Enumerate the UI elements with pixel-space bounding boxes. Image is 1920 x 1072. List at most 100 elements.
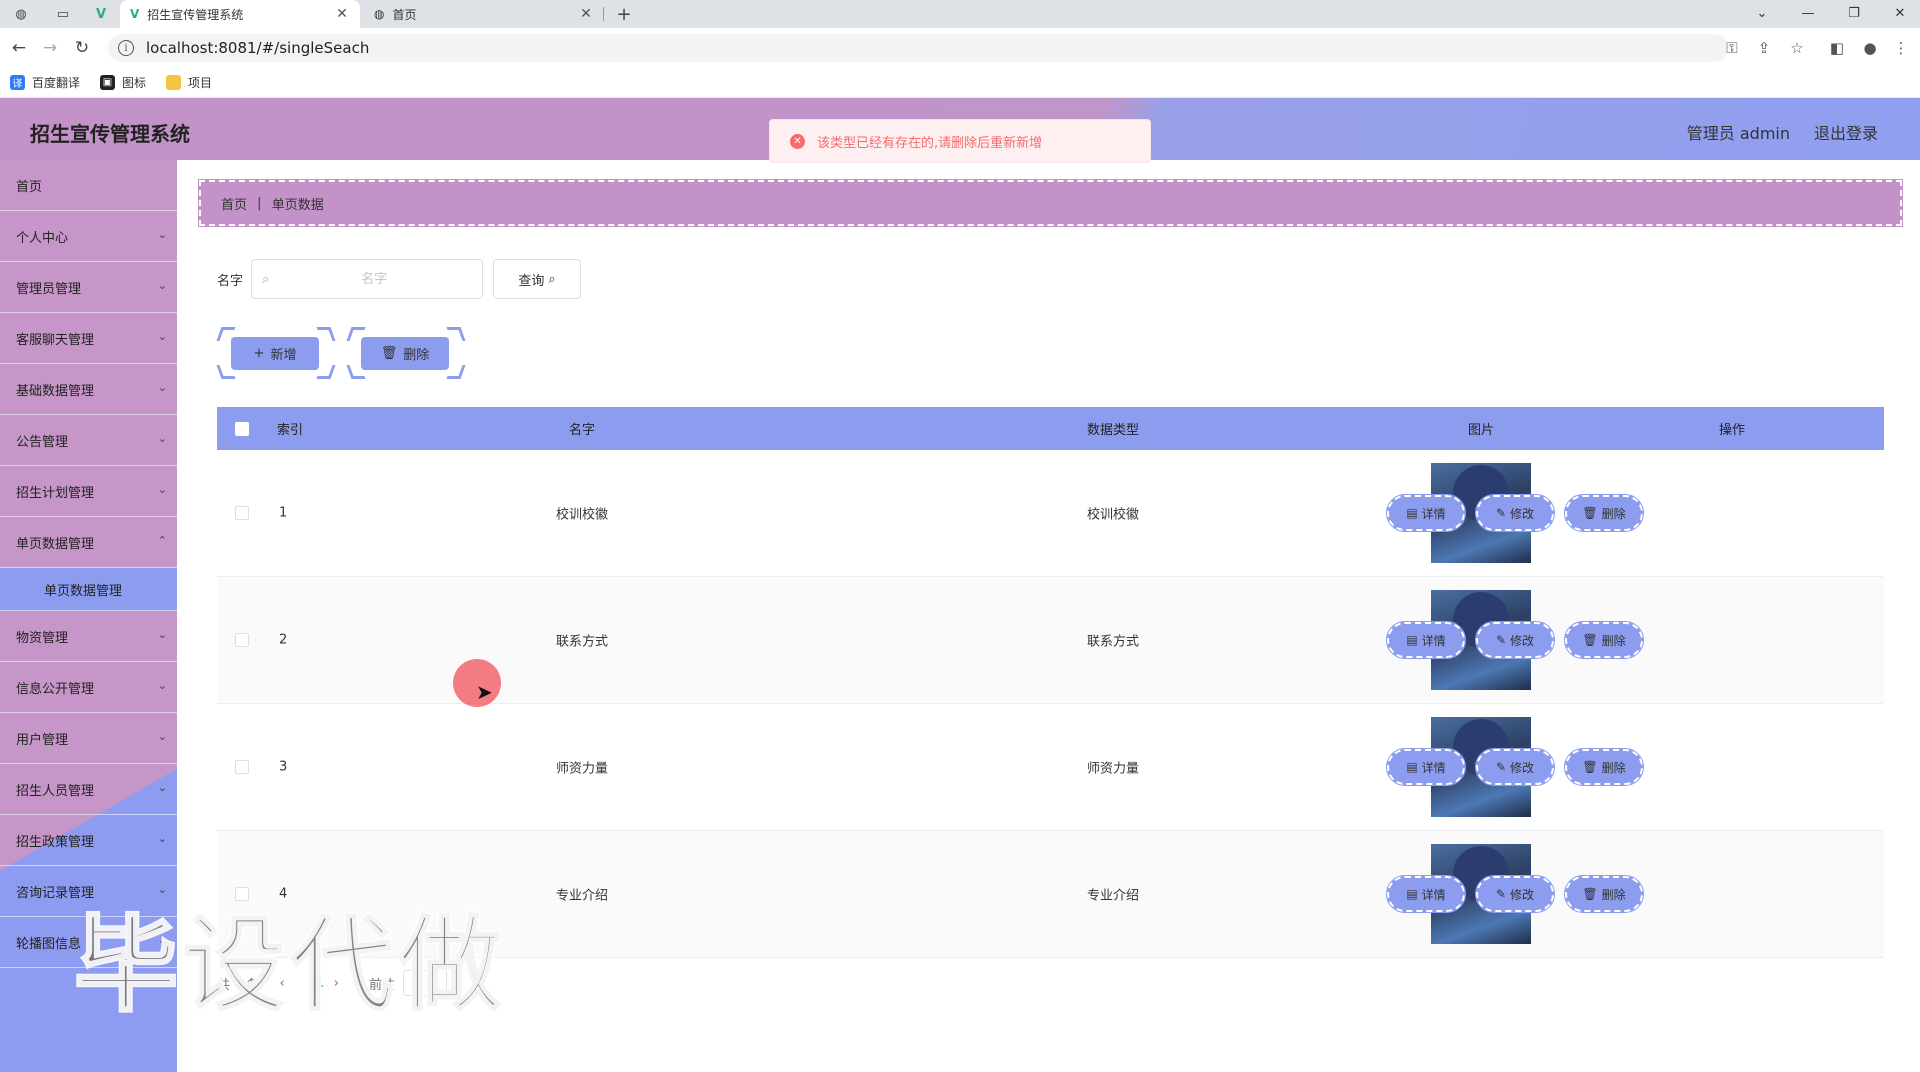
bookmark-item[interactable]: 项目	[166, 74, 212, 91]
sidebar-item-label: 信息公开管理	[16, 681, 95, 697]
trash-icon: 🗑	[1582, 506, 1598, 520]
sidebar-item-users[interactable]: 用户管理 ⌄	[0, 713, 177, 764]
row-checkbox[interactable]	[235, 633, 249, 647]
detail-button[interactable]: ▤ 详情	[1386, 748, 1466, 786]
column-header-actions: 操作	[1719, 423, 1746, 438]
plus-icon: +	[253, 346, 265, 361]
restore-icon[interactable]: ❐	[1839, 2, 1869, 24]
vue-icon[interactable]: V	[90, 4, 112, 24]
bookmark-item[interactable]: 译 百度翻译	[10, 74, 80, 91]
breadcrumb: 首页 | 单页数据	[198, 179, 1903, 227]
row-actions: ▤ 详情 ✎ 修改 🗑 删除	[1386, 875, 1654, 913]
star-icon[interactable]: ☆	[1786, 38, 1808, 58]
row-checkbox[interactable]	[235, 760, 249, 774]
corner-decoration	[316, 365, 336, 379]
edit-icon: ✎	[1495, 887, 1507, 901]
sidebar-item-policy[interactable]: 招生政策管理 ⌄	[0, 815, 177, 866]
profile-icon[interactable]: ●	[1859, 38, 1881, 58]
cell-type: 师资力量	[1087, 761, 1140, 777]
sidepanel-icon[interactable]: ◧	[1826, 38, 1848, 58]
minimize-icon[interactable]: —	[1793, 2, 1823, 24]
sidebar-item-chat[interactable]: 客服聊天管理 ⌄	[0, 313, 177, 364]
sidebar-item-label: 轮播图信息	[16, 936, 82, 952]
add-button-label: 新增	[270, 348, 297, 363]
sidebar-subitem-single-page[interactable]: 单页数据管理	[0, 568, 177, 611]
sidebar-item-personal-center[interactable]: 个人中心 ⌄	[0, 211, 177, 262]
delete-button[interactable]: 🗑 删除	[1564, 748, 1644, 786]
query-button-label: 查询	[518, 273, 545, 289]
cell-name: 校训校徽	[556, 507, 609, 523]
delete-button[interactable]: 🗑 删除	[1564, 621, 1644, 659]
cell-index: 2	[279, 632, 288, 648]
sidebar-item-label: 招生人员管理	[16, 783, 95, 799]
site-info-icon[interactable]: i	[118, 40, 134, 56]
tab-search-icon[interactable]: ⌄	[1747, 2, 1777, 24]
add-button[interactable]: + 新增	[231, 337, 319, 370]
cell-name: 专业介绍	[556, 888, 609, 904]
chevron-down-icon: ⌄	[157, 730, 167, 743]
row-checkbox[interactable]	[235, 506, 249, 520]
menu-icon[interactable]: ⋮	[1890, 38, 1912, 58]
search-input[interactable]	[279, 271, 470, 287]
sidebar-item-home[interactable]: 首页	[0, 160, 177, 211]
forward-icon[interactable]: →	[39, 37, 61, 59]
sidebar-item-recruiters[interactable]: 招生人员管理 ⌄	[0, 764, 177, 815]
sidebar-item-info-public[interactable]: 信息公开管理 ⌄	[0, 662, 177, 713]
bookmarks-bar: 译 百度翻译 ▣ 图标 项目	[0, 68, 1920, 98]
select-all-checkbox[interactable]	[235, 421, 249, 436]
sidebar-item-label: 管理员管理	[16, 281, 82, 297]
document-icon: ▤	[1406, 506, 1418, 520]
sidebar-item-label: 用户管理	[16, 732, 69, 748]
breadcrumb-home[interactable]: 首页	[221, 194, 247, 213]
batch-delete-button[interactable]: 🗑 删除	[361, 337, 449, 370]
mouse-cursor-icon: ➤	[476, 680, 493, 704]
detail-button[interactable]: ▤ 详情	[1386, 875, 1466, 913]
edit-button[interactable]: ✎ 修改	[1475, 748, 1555, 786]
chevron-up-icon: ⌃	[157, 534, 167, 547]
table-header: 索引 名字 数据类型 图片 操作	[217, 407, 1884, 450]
window-close-icon[interactable]: ✕	[1885, 2, 1915, 24]
new-tab-icon[interactable]: +	[613, 4, 635, 25]
detail-button[interactable]: ▤ 详情	[1386, 621, 1466, 659]
sidebar-item-notice[interactable]: 公告管理 ⌄	[0, 415, 177, 466]
close-icon[interactable]: ✕	[578, 6, 594, 22]
delete-button[interactable]: 🗑 删除	[1564, 494, 1644, 532]
detail-button[interactable]: ▤ 详情	[1386, 494, 1466, 532]
column-header-type: 数据类型	[1087, 423, 1140, 438]
reload-icon[interactable]: ↻	[71, 37, 93, 59]
edit-button[interactable]: ✎ 修改	[1475, 621, 1555, 659]
sidebar-item-label: 个人中心	[16, 230, 69, 246]
chevron-down-icon: ⌄	[157, 228, 167, 241]
sidebar-item-single-page[interactable]: 单页数据管理 ⌃	[0, 517, 177, 568]
tab-home[interactable]: ◍ 首页 ✕	[364, 0, 604, 28]
search-field[interactable]: ⌕	[251, 259, 484, 299]
browser-tabstrip: ◍ ▭ V V 招生宣传管理系统 ✕ ◍ 首页 ✕ + ⌄ — ❐ ✕	[0, 0, 1920, 28]
back-icon[interactable]: ←	[8, 37, 30, 59]
sidebar-item-admin[interactable]: 管理员管理 ⌄	[0, 262, 177, 313]
sidebar-item-enrollment-plan[interactable]: 招生计划管理 ⌄	[0, 466, 177, 517]
sidebar-item-basic-data[interactable]: 基础数据管理 ⌄	[0, 364, 177, 415]
tab-active[interactable]: V 招生宣传管理系统 ✕	[120, 0, 360, 28]
edit-button[interactable]: ✎ 修改	[1475, 494, 1555, 532]
corner-decoration	[446, 365, 466, 379]
cell-index: 3	[279, 759, 288, 775]
sidebar-item-label: 首页	[16, 179, 43, 195]
share-icon[interactable]: ⇪	[1753, 38, 1775, 58]
key-icon[interactable]: ⚿	[1721, 38, 1743, 58]
globe-icon[interactable]: ◍	[10, 4, 32, 24]
blank-tab-icon[interactable]: ▭	[52, 4, 74, 24]
close-icon[interactable]: ✕	[334, 6, 350, 22]
delete-button-label: 删除	[1601, 633, 1626, 648]
app-title: 招生宣传管理系统	[30, 122, 190, 146]
globe-icon: ◍	[374, 7, 385, 21]
query-button[interactable]: 查询 ⌕	[493, 259, 582, 299]
translate-icon: 译	[10, 75, 25, 90]
bookmark-item[interactable]: ▣ 图标	[100, 74, 146, 91]
edit-button[interactable]: ✎ 修改	[1475, 875, 1555, 913]
chevron-down-icon: ⌄	[157, 330, 167, 343]
sidebar-item-materials[interactable]: 物资管理 ⌄	[0, 611, 177, 662]
delete-button[interactable]: 🗑 删除	[1564, 875, 1644, 913]
detail-button-label: 详情	[1421, 633, 1446, 648]
address-bar[interactable]: i localhost:8081/#/singleSeach	[108, 34, 1728, 62]
logout-link[interactable]: 退出登录	[1814, 120, 1878, 144]
